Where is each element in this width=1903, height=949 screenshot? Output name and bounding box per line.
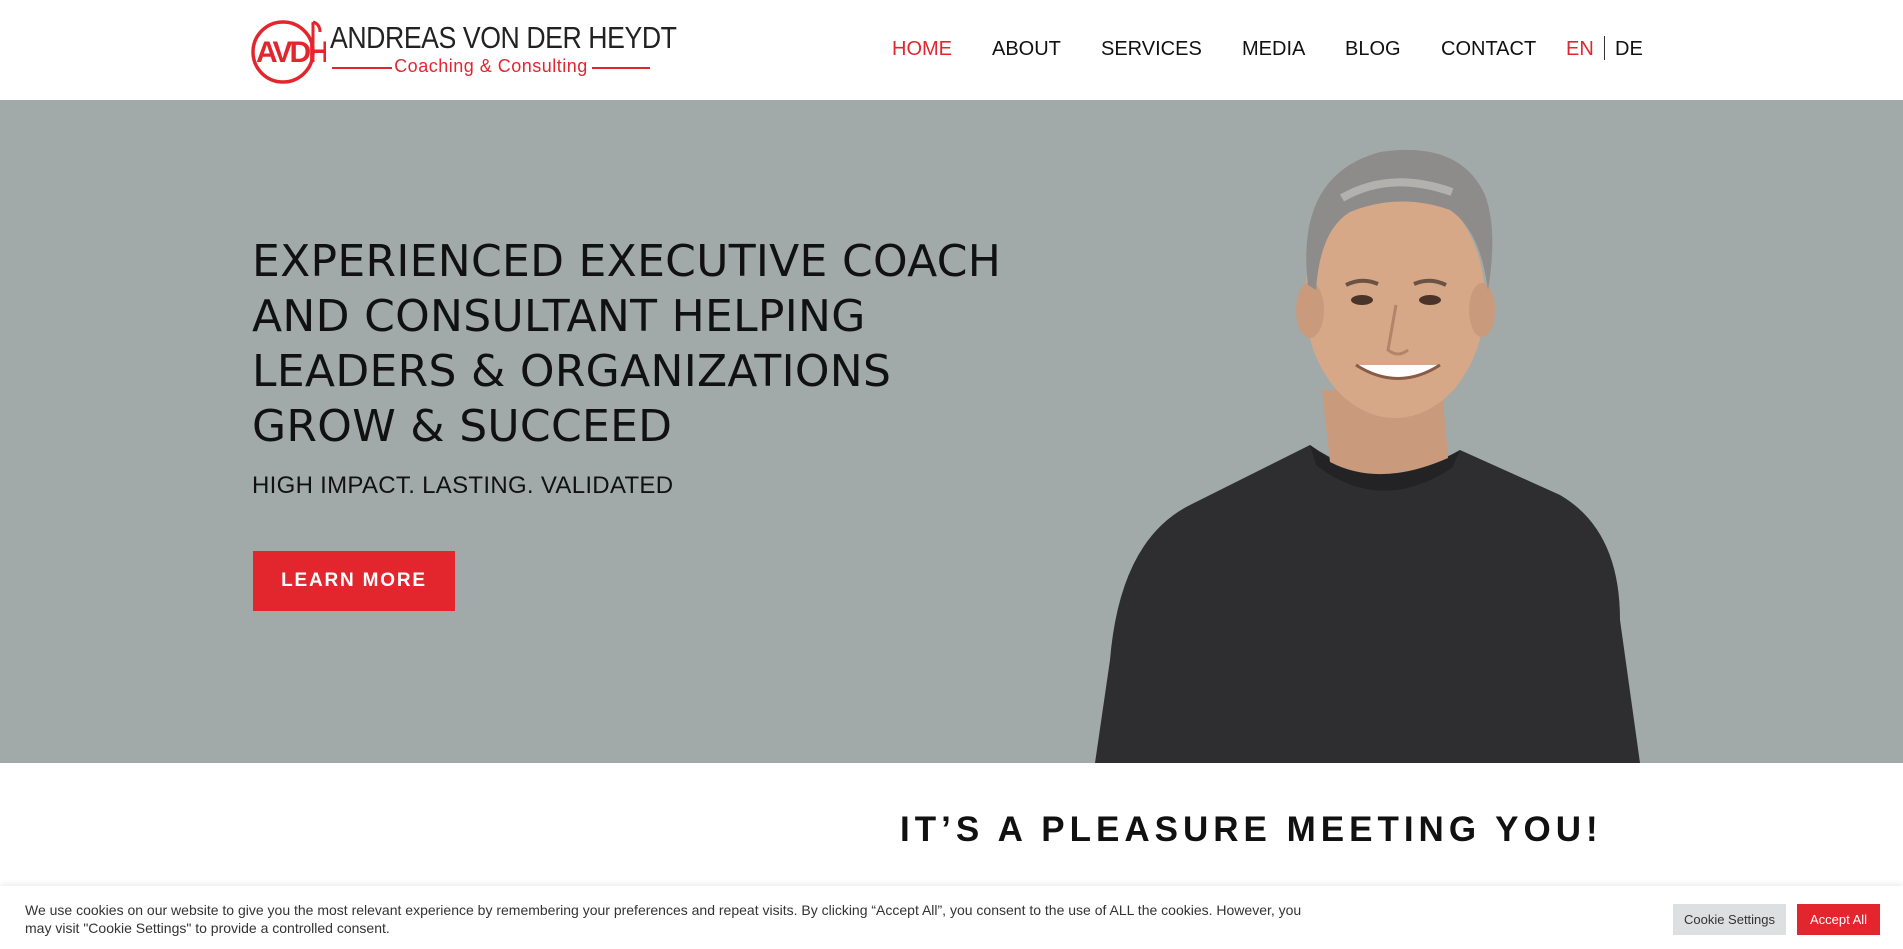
nav-about[interactable]: ABOUT <box>992 38 1061 61</box>
cookie-banner: We use cookies on our website to give yo… <box>0 886 1903 949</box>
cookie-banner-text: We use cookies on our website to give yo… <box>25 902 1302 936</box>
lang-en[interactable]: EN <box>1566 38 1594 61</box>
language-divider <box>1604 36 1605 60</box>
logo-name: ANDREAS VON DER HEYDT <box>330 20 677 55</box>
avdh-monogram-logo: AVDH <box>251 20 326 84</box>
site-logo[interactable]: AVDH ANDREAS VON DER HEYDT Coaching & Co… <box>250 16 677 84</box>
hero-tagline: HIGH IMPACT. LASTING. VALIDATED <box>252 472 674 499</box>
accept-all-button[interactable]: Accept All <box>1797 904 1880 935</box>
logo-tagline-wrap: Coaching & Consulting <box>332 56 650 76</box>
nav-services[interactable]: SERVICES <box>1101 38 1202 61</box>
coach-portrait-image <box>1095 149 1640 763</box>
cookie-settings-button[interactable]: Cookie Settings <box>1673 904 1786 935</box>
nav-media[interactable]: MEDIA <box>1242 38 1305 61</box>
nav-home[interactable]: HOME <box>892 38 952 61</box>
lang-de[interactable]: DE <box>1615 38 1643 61</box>
learn-more-button[interactable]: LEARN MORE <box>253 551 455 611</box>
section-heading: IT’S A PLEASURE MEETING YOU! <box>900 810 1603 849</box>
logo-rule-right <box>592 67 650 69</box>
svg-text:AVDH: AVDH <box>256 36 326 69</box>
nav-contact[interactable]: CONTACT <box>1441 38 1536 61</box>
site-header: AVDH ANDREAS VON DER HEYDT Coaching & Co… <box>0 0 1903 100</box>
hero-title: EXPERIENCED EXECUTIVE COACH AND CONSULTA… <box>252 236 1002 452</box>
hero-section: EXPERIENCED EXECUTIVE COACH AND CONSULTA… <box>0 100 1903 763</box>
nav-blog[interactable]: BLOG <box>1345 38 1401 61</box>
